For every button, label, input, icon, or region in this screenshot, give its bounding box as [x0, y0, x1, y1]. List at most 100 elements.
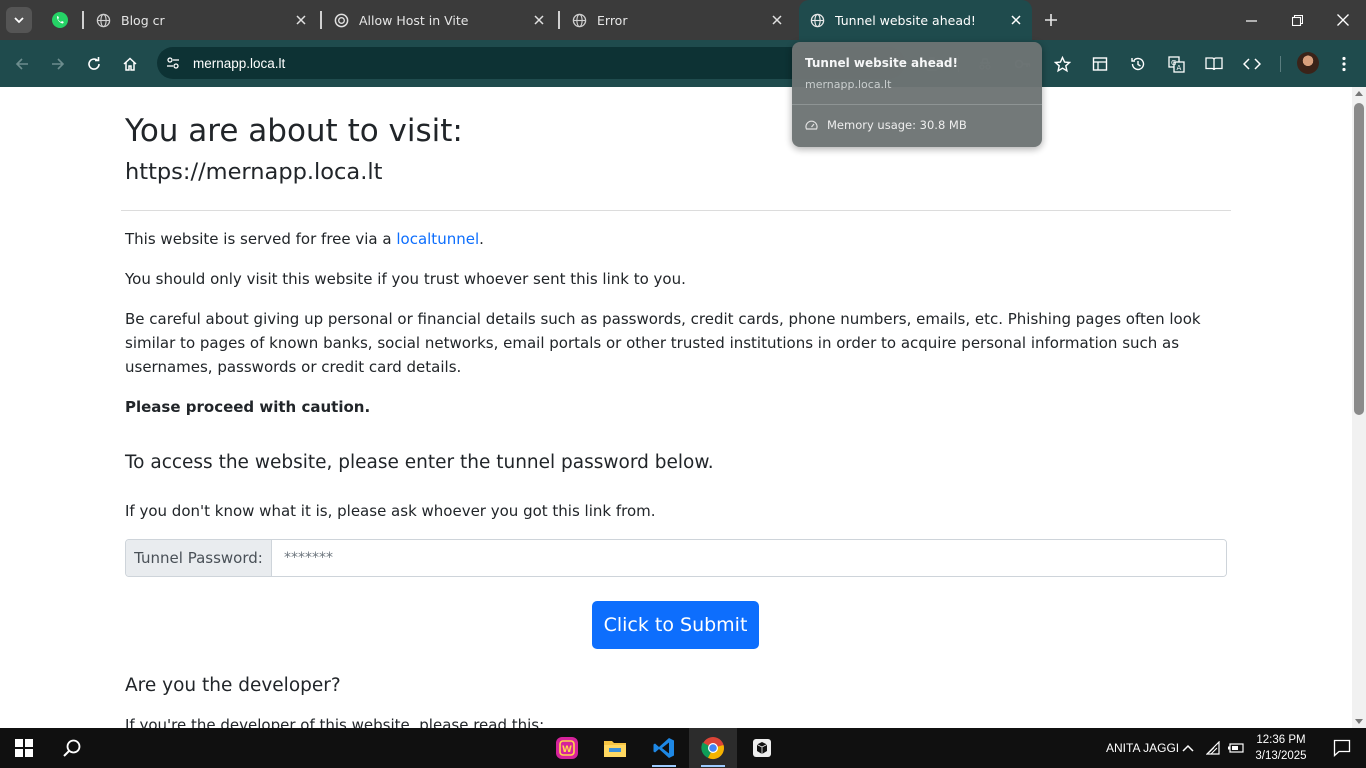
- url-text[interactable]: mernapp.loca.lt: [193, 56, 285, 71]
- caution-text: Please proceed with caution.: [125, 398, 371, 416]
- close-icon[interactable]: [1006, 10, 1026, 30]
- taskbar-app-box[interactable]: [738, 728, 786, 768]
- tab-title: Allow Host in Vite: [359, 12, 469, 28]
- close-window-button[interactable]: [1320, 0, 1366, 40]
- close-icon[interactable]: [767, 10, 787, 30]
- tab-strip: Blog cr Allow Host in Vite Error Tunnel …: [0, 0, 1366, 40]
- close-icon[interactable]: [291, 10, 311, 30]
- globe-icon: [571, 12, 587, 28]
- tab-tunnel[interactable]: Tunnel website ahead!: [799, 0, 1032, 40]
- web-page: You are about to visit: https://mernapp.…: [0, 87, 1352, 728]
- menu-button[interactable]: [1330, 50, 1358, 78]
- ask-paragraph: If you don't know what it is, please ask…: [125, 502, 656, 520]
- chrome-icon: [701, 737, 724, 760]
- battery-button[interactable]: [1224, 728, 1248, 768]
- svg-text:A: A: [1176, 64, 1181, 72]
- openai-icon: [333, 12, 349, 28]
- reload-icon: [88, 57, 100, 70]
- restore-icon: [1291, 14, 1303, 26]
- devtools-button[interactable]: [1238, 50, 1266, 78]
- trust-paragraph: You should only visit this website if yo…: [125, 270, 686, 288]
- chevron-down-icon: [14, 17, 24, 24]
- bookmark-button[interactable]: [1048, 50, 1076, 78]
- clock-time: 12:36 PM: [1256, 734, 1306, 746]
- translate-button[interactable]: GA: [1162, 50, 1190, 78]
- forward-button[interactable]: [44, 50, 72, 78]
- wamp-icon: W: [556, 737, 578, 759]
- restore-button[interactable]: [1274, 0, 1320, 40]
- password-label: Tunnel Password:: [126, 540, 272, 576]
- tab-blog[interactable]: Blog cr: [85, 6, 317, 34]
- folder-icon: [604, 741, 626, 757]
- memory-usage-text: Memory usage: 30.8 MB: [827, 118, 967, 132]
- scroll-down-arrow-icon[interactable]: [1355, 719, 1363, 724]
- submit-button[interactable]: Click to Submit: [592, 601, 759, 649]
- clock-date: 3/13/2025: [1255, 750, 1307, 762]
- profile-avatar[interactable]: [1297, 52, 1319, 74]
- reload-button[interactable]: [80, 50, 108, 78]
- history-button[interactable]: [1124, 50, 1152, 78]
- home-button[interactable]: [116, 50, 144, 78]
- tunnel-password-input[interactable]: [272, 540, 1226, 576]
- tab-groups-button[interactable]: [1086, 50, 1114, 78]
- hover-card-host: mernapp.loca.lt: [805, 78, 892, 91]
- tab-error[interactable]: Error: [561, 6, 793, 34]
- taskbar-file-explorer[interactable]: [591, 728, 639, 768]
- wifi-icon: [1206, 741, 1220, 755]
- taskbar-clock[interactable]: 12:36 PM 3/13/2025: [1248, 732, 1314, 764]
- translate-icon: GA: [1167, 55, 1185, 73]
- code-icon: [1243, 58, 1261, 70]
- tab-search-button[interactable]: [6, 7, 32, 33]
- tab-separator: [82, 11, 84, 29]
- localtunnel-link[interactable]: localtunnel: [396, 230, 479, 248]
- svg-text:W: W: [562, 745, 572, 755]
- scroll-up-arrow-icon[interactable]: [1355, 91, 1363, 96]
- target-url: https://mernapp.loca.lt: [125, 159, 383, 185]
- developer-heading: Are you the developer?: [125, 675, 341, 696]
- back-button[interactable]: [8, 50, 36, 78]
- site-info-icon[interactable]: [161, 51, 185, 75]
- tab-whatsapp[interactable]: [48, 8, 72, 32]
- network-button[interactable]: [1202, 728, 1226, 768]
- kebab-menu-icon: [1342, 56, 1346, 72]
- tray-overflow-button[interactable]: [1176, 728, 1200, 768]
- minimize-icon: [1245, 19, 1257, 22]
- taskbar-wampserver[interactable]: W: [543, 728, 591, 768]
- gauge-icon: [805, 120, 818, 130]
- scroll-thumb[interactable]: [1354, 103, 1364, 415]
- reading-mode-button[interactable]: [1200, 50, 1228, 78]
- minimize-button[interactable]: [1228, 0, 1274, 40]
- taskbar-chrome[interactable]: [689, 728, 737, 768]
- battery-icon: [1227, 743, 1244, 753]
- tab-allow-host[interactable]: Allow Host in Vite: [323, 6, 555, 34]
- taskbar-vscode[interactable]: [640, 728, 688, 768]
- user-name: ANITA JAGGI: [1106, 741, 1180, 755]
- search-button[interactable]: [48, 728, 96, 768]
- start-button[interactable]: [0, 728, 48, 768]
- tab-title: Blog cr: [121, 12, 165, 28]
- home-icon: [123, 57, 137, 71]
- new-tab-button[interactable]: [1040, 9, 1062, 31]
- arrow-right-icon: [52, 58, 65, 70]
- box-app-icon: [753, 739, 771, 757]
- warning-paragraph: Be careful about giving up personal or f…: [125, 310, 1201, 376]
- tab-title: Tunnel website ahead!: [835, 12, 976, 28]
- tab-hover-card: Tunnel website ahead! mernapp.loca.lt Me…: [792, 42, 1042, 147]
- chevron-up-icon: [1182, 744, 1194, 752]
- developer-paragraph: If you're the developer of this website,…: [125, 716, 545, 728]
- toolbar-separator: [1280, 56, 1281, 72]
- windows-logo-icon: [15, 739, 33, 757]
- intro-paragraph: This website is served for free via a lo…: [125, 227, 1227, 251]
- intro-prefix: This website is served for free via a: [125, 230, 397, 248]
- browser-toolbar: mernapp.loca.lt GA: [0, 40, 1366, 87]
- access-heading: To access the website, please enter the …: [125, 452, 714, 473]
- page-scrollbar[interactable]: [1352, 87, 1366, 728]
- notifications-button[interactable]: [1318, 728, 1366, 768]
- arrow-left-icon: [15, 58, 28, 70]
- plus-icon: [1045, 14, 1057, 26]
- tab-separator: [558, 11, 560, 29]
- close-icon[interactable]: [529, 10, 549, 30]
- page-title: You are about to visit:: [125, 113, 463, 149]
- search-icon: [63, 739, 81, 757]
- vscode-icon: [653, 738, 674, 758]
